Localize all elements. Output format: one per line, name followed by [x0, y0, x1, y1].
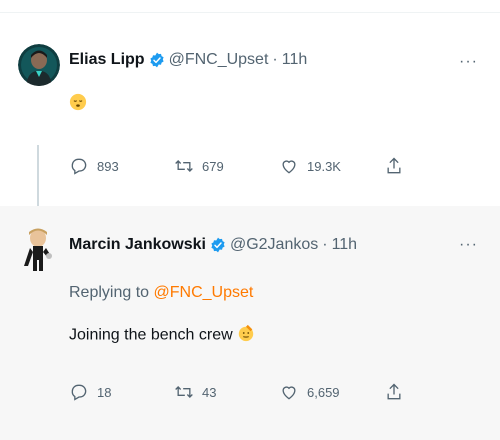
tweet-marcin-jankowski[interactable]: Marcin Jankowski @G2Jankos · 11h ··· Rep… — [0, 206, 500, 440]
display-name[interactable]: Marcin Jankowski — [69, 236, 206, 254]
reply-count: 893 — [97, 158, 119, 174]
user-handle[interactable]: @FNC_Upset — [169, 51, 269, 69]
tweet-content — [69, 93, 87, 116]
retweet-icon — [175, 386, 193, 398]
sleeping-face-emoji-icon — [69, 93, 87, 116]
tweet-content: Joining the bench crew — [69, 324, 255, 347]
share-button[interactable] — [384, 156, 414, 176]
reply-icon — [71, 158, 87, 175]
top-divider — [0, 0, 500, 13]
avatar-marcin-jankowski[interactable] — [18, 226, 60, 272]
saluting-face-emoji-icon — [237, 324, 255, 347]
separator-dot: · — [322, 236, 328, 253]
tweet-actions: 18 43 6,659 — [69, 382, 429, 402]
replying-prefix: Replying to — [69, 284, 150, 301]
like-icon — [282, 386, 296, 400]
verified-badge-icon — [210, 237, 226, 253]
verified-badge-icon — [149, 52, 165, 68]
retweet-button[interactable]: 679 — [174, 156, 279, 176]
retweet-count: 679 — [202, 158, 224, 174]
separator-dot: · — [272, 51, 278, 68]
retweet-button[interactable]: 43 — [174, 382, 279, 402]
like-button[interactable]: 19.3K — [279, 156, 384, 176]
like-button[interactable]: 6,659 — [279, 382, 384, 402]
replying-to-line: Replying to @FNC_Upset — [69, 284, 253, 302]
replying-mention-link[interactable]: @FNC_Upset — [154, 284, 254, 301]
avatar-elias-lipp[interactable] — [18, 44, 60, 86]
share-icon — [387, 383, 401, 400]
retweet-icon — [175, 160, 193, 172]
display-name[interactable]: Elias Lipp — [69, 51, 145, 69]
timestamp[interactable]: 11h — [332, 236, 358, 254]
like-count: 19.3K — [307, 158, 341, 174]
tweet-actions: 893 679 19.3K — [69, 156, 429, 176]
like-count: 6,659 — [307, 384, 340, 400]
more-icon[interactable]: ··· — [459, 53, 478, 71]
share-button[interactable] — [384, 382, 414, 402]
reply-button[interactable]: 893 — [69, 156, 174, 176]
tweet-header: Marcin Jankowski @G2Jankos · 11h — [69, 236, 357, 254]
reply-count: 18 — [97, 384, 112, 400]
reply-button[interactable]: 18 — [69, 382, 174, 402]
more-icon[interactable]: ··· — [459, 236, 478, 254]
like-icon — [282, 160, 296, 174]
tweet-header: Elias Lipp @FNC_Upset · 11h — [69, 51, 307, 69]
reply-icon — [71, 384, 87, 401]
share-icon — [387, 157, 401, 174]
tweet-elias-lipp[interactable]: Elias Lipp @FNC_Upset · 11h ··· 893 679 — [0, 13, 500, 231]
tweet-text: Joining the bench crew — [69, 326, 233, 344]
user-handle[interactable]: @G2Jankos — [230, 236, 318, 254]
retweet-count: 43 — [202, 384, 217, 400]
timestamp[interactable]: 11h — [282, 51, 308, 69]
